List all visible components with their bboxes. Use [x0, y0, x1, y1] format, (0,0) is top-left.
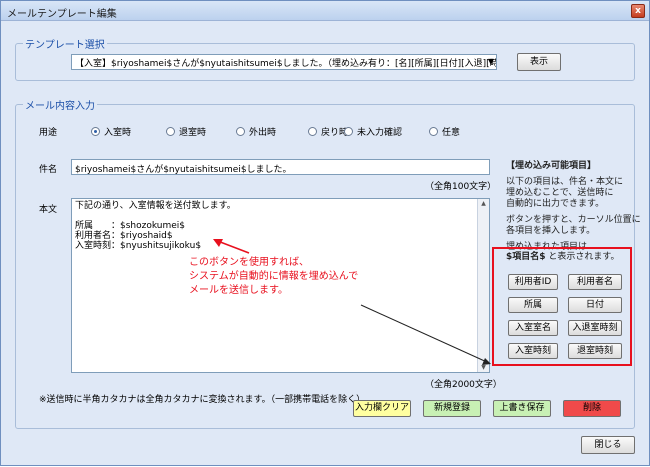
annotation-text: このボタンを使用すれば、 システムが自動的に情報を埋め込んで メールを送信します… — [189, 256, 358, 298]
arrow-head-buttons — [482, 358, 491, 365]
embed-item-button[interactable]: 利用者ID — [508, 274, 558, 290]
embed-desc-line: 各項目を挿入します。 — [506, 226, 596, 236]
embed-item-button[interactable]: 所属 — [508, 297, 558, 313]
arrow-to-buttons — [360, 304, 490, 364]
mail-template-window: メールテンプレート編集 x テンプレート選択 【入室】$riyoshamei$さ… — [0, 0, 650, 466]
embed-item-button[interactable]: 退室時刻 — [568, 343, 622, 359]
embed-item-button[interactable]: 利用者名 — [568, 274, 622, 290]
close-button[interactable]: 閉じる — [581, 436, 635, 454]
embed-panel-desc: 以下の項目は、件名・本文に 埋め込むことで、送信時に 自動的に出力できます。 ボ… — [506, 177, 641, 253]
delete-button[interactable]: 削除 — [563, 400, 621, 417]
embed-item-button[interactable]: 日付 — [568, 297, 622, 313]
embed-desc-line: 埋め込むことで、送信時に — [506, 188, 614, 198]
embed-item-button[interactable]: 入退室時刻 — [568, 320, 622, 336]
new-button[interactable]: 新規登録 — [423, 400, 481, 417]
embed-panel-title: 【埋め込み可能項目】 — [506, 161, 597, 171]
embed-desc-line: ボタンを押すと、カーソル位置に — [506, 215, 641, 225]
embed-item-button[interactable]: 入室室名 — [508, 320, 558, 336]
annotation-line: このボタンを使用すれば、 — [189, 257, 309, 268]
footer-note: ※送信時に半角カタカナは全角カタカナに変換されます。（一部携帯電話を除く） — [39, 395, 366, 405]
clear-button[interactable]: 入力欄クリア — [353, 400, 411, 417]
embed-desc-line: 以下の項目は、件名・本文に — [506, 177, 624, 187]
overwrite-button[interactable]: 上書き保存 — [493, 400, 551, 417]
embed-item-button[interactable]: 入室時刻 — [508, 343, 558, 359]
embed-desc-line: 自動的に出力できます。 — [506, 199, 605, 209]
annotation-line: システムが自動的に情報を埋め込んで — [189, 271, 359, 282]
annotation-line: メールを送信します。 — [189, 285, 288, 296]
